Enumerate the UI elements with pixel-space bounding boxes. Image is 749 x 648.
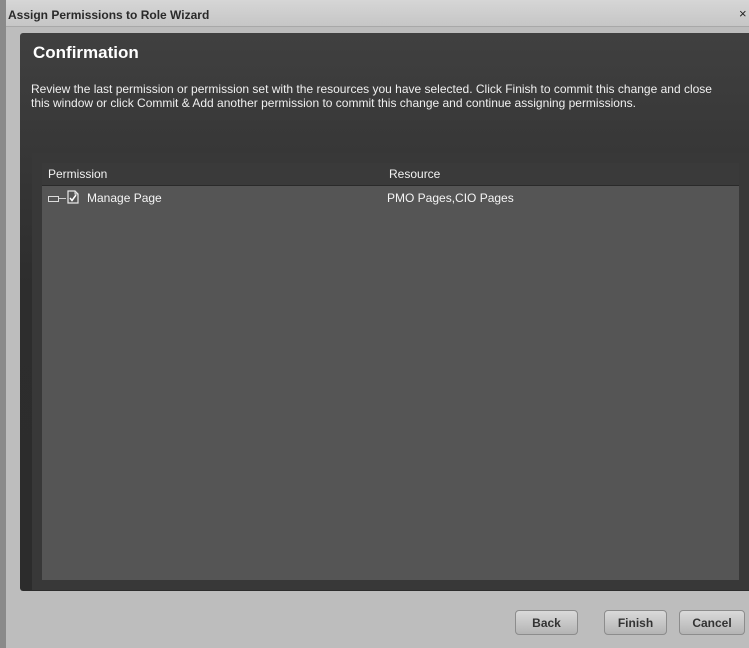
- cancel-button[interactable]: Cancel: [679, 610, 745, 635]
- page-title: Confirmation: [33, 43, 139, 62]
- permissions-table: Permission Resource Manage Page PMO Page…: [42, 163, 739, 580]
- table-header: Permission Resource: [42, 163, 739, 186]
- page-check-icon: [67, 190, 79, 204]
- column-header-permission[interactable]: Permission: [48, 167, 107, 181]
- permission-name: Manage Page: [87, 191, 162, 205]
- table-container: Permission Resource Manage Page PMO Page…: [32, 153, 749, 590]
- instructions-text: Review the last permission or permission…: [31, 82, 712, 110]
- window-title: Assign Permissions to Role Wizard: [8, 8, 210, 22]
- wizard-window: Assign Permissions to Role Wizard × Conf…: [6, 0, 749, 648]
- table-row[interactable]: Manage Page PMO Pages,CIO Pages: [42, 187, 739, 209]
- confirmation-panel: Confirmation Review the last permission …: [20, 33, 749, 591]
- column-header-resource[interactable]: Resource: [389, 167, 440, 181]
- collapse-icon[interactable]: [48, 196, 59, 202]
- title-bar: Assign Permissions to Role Wizard ×: [6, 0, 749, 27]
- tree-connector: [59, 198, 66, 199]
- close-icon[interactable]: ×: [739, 7, 749, 21]
- back-button[interactable]: Back: [515, 610, 578, 635]
- finish-button[interactable]: Finish: [604, 610, 667, 635]
- resource-name: PMO Pages,CIO Pages: [387, 191, 514, 205]
